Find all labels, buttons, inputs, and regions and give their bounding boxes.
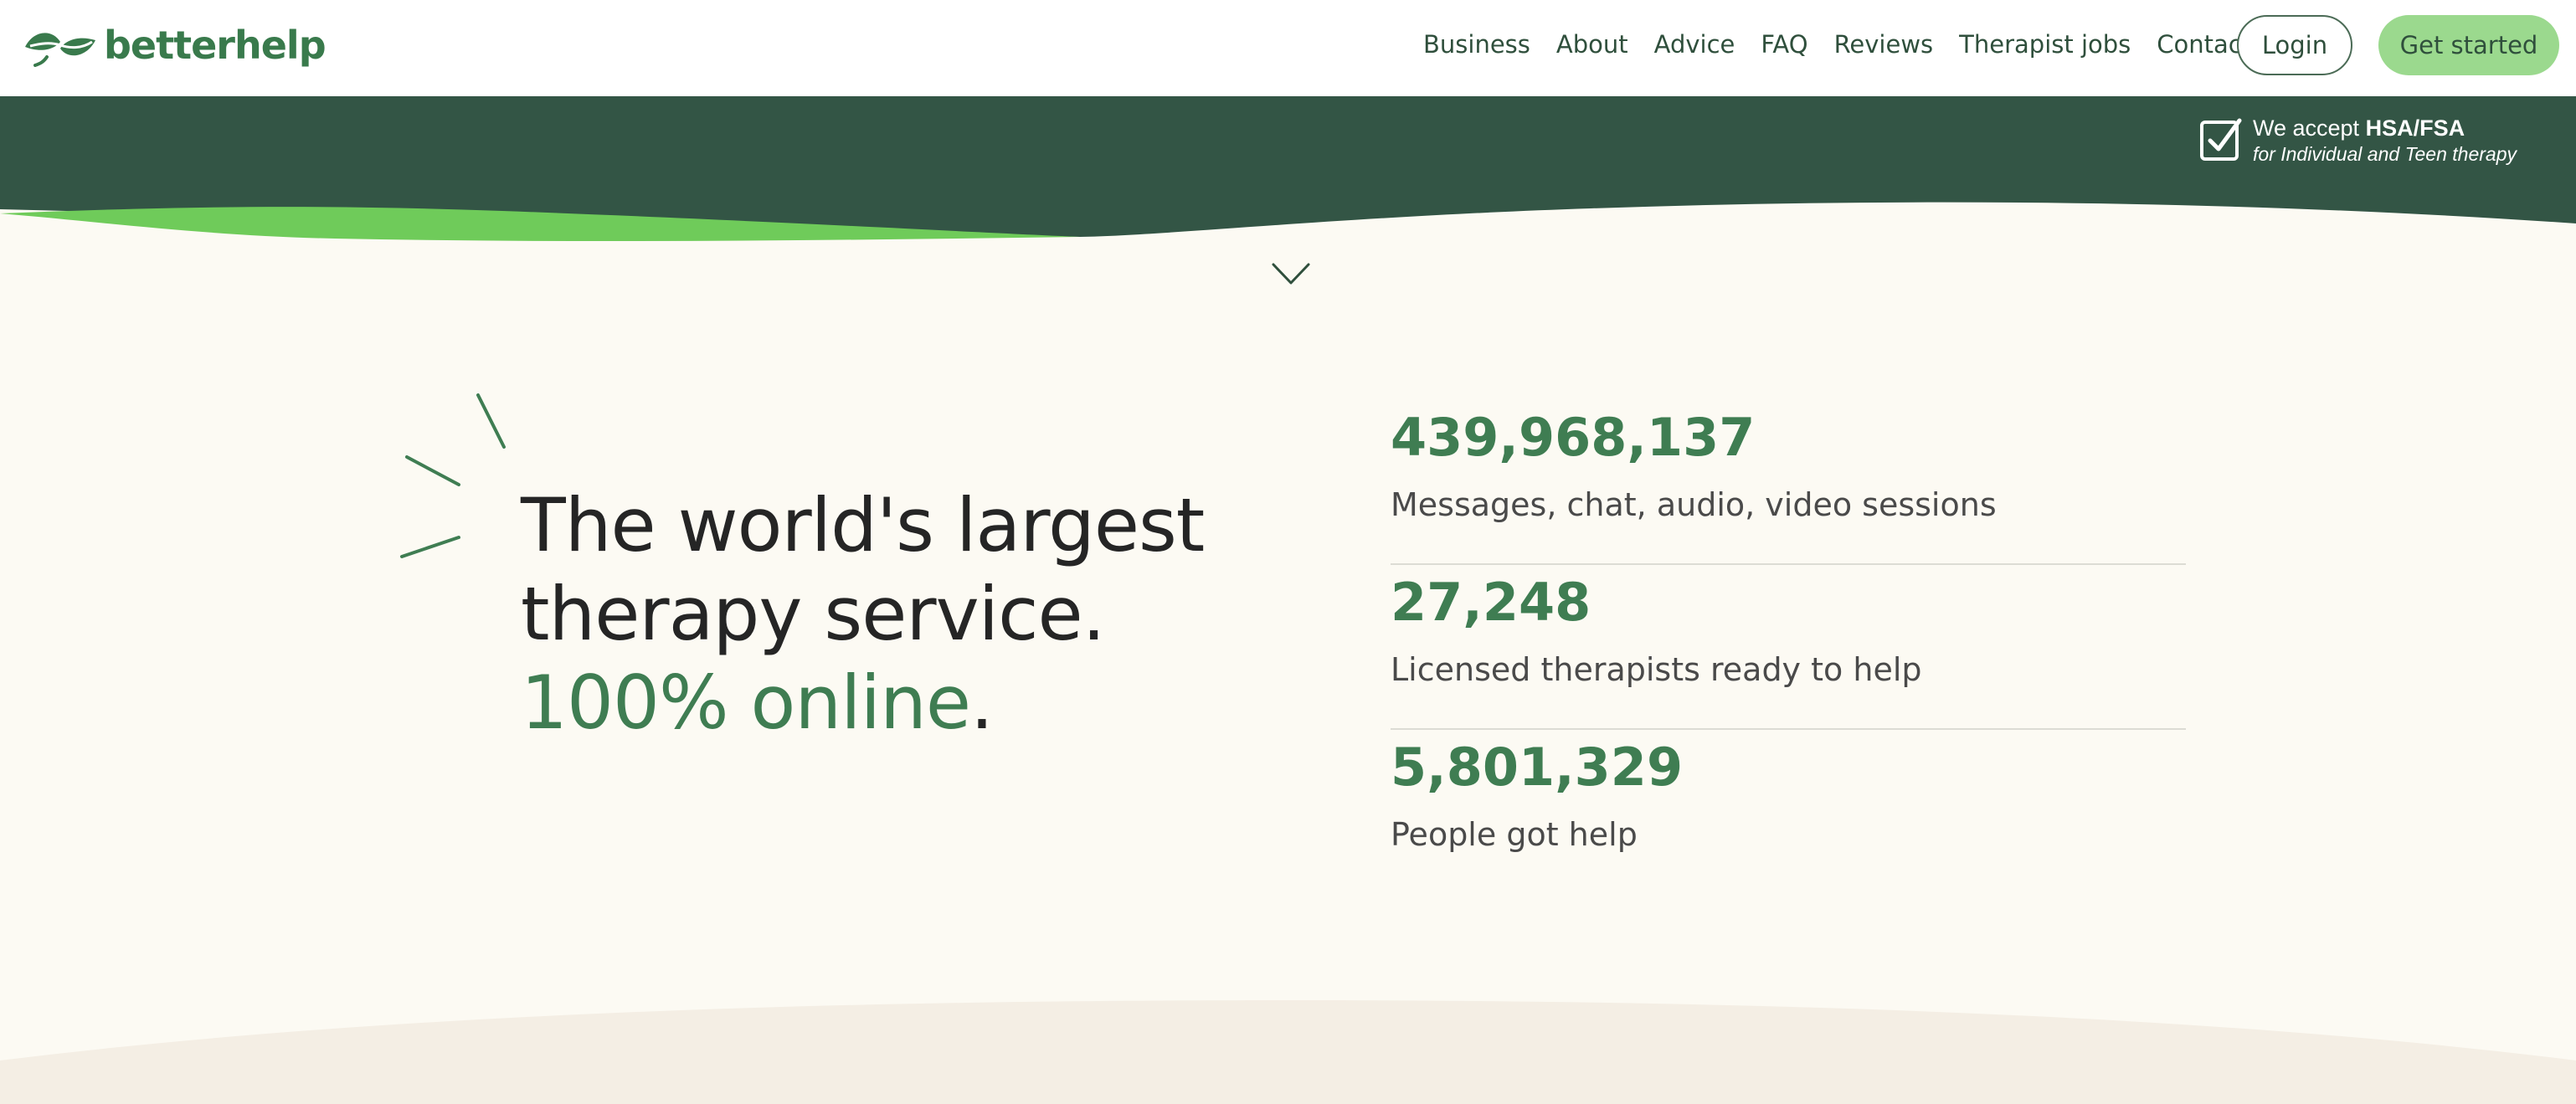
nav-link-therapist-jobs[interactable]: Therapist jobs <box>1959 30 2131 59</box>
logo-wordmark: betterhelp <box>104 23 326 68</box>
nav-link-business[interactable]: Business <box>1423 30 1530 59</box>
nav-link-reviews[interactable]: Reviews <box>1834 30 1934 59</box>
hsa-subtext: for Individual and Teen therapy <box>2253 143 2517 165</box>
leaf-logo-icon <box>25 33 95 67</box>
stat-label: Messages, chat, audio, video sessions <box>1391 486 1997 523</box>
bottom-wave-background <box>0 1000 2576 1104</box>
hero-line-1: The world's largest <box>521 482 1205 568</box>
hsa-banner <box>0 96 2576 247</box>
stat-number: 27,248 <box>1391 572 1591 633</box>
hsa-fsa-notice: We accept HSA/FSA for Individual and Tee… <box>2199 116 2517 167</box>
primary-nav: Business About Advice FAQ Reviews Therap… <box>1423 0 2277 89</box>
hero-headline: The world's largest therapy service. 100… <box>521 481 1205 747</box>
stat-item: 439,968,137 Messages, chat, audio, video… <box>1391 400 2186 565</box>
chevron-down-icon[interactable] <box>1271 261 1311 288</box>
stat-number: 5,801,329 <box>1391 737 1684 798</box>
sparkle-lines-icon <box>400 393 506 558</box>
stat-number: 439,968,137 <box>1391 407 1756 468</box>
stat-label: People got help <box>1391 816 1638 853</box>
hero-line-2: therapy service. <box>521 571 1106 657</box>
top-navigation: betterhelp Business About Advice FAQ Rev… <box>0 0 2576 96</box>
nav-link-advice[interactable]: Advice <box>1654 30 1735 59</box>
checkbox-icon <box>2200 118 2242 161</box>
stat-item: 27,248 Licensed therapists ready to help <box>1391 565 2186 730</box>
stats-list: 439,968,137 Messages, chat, audio, video… <box>1391 400 2186 895</box>
hero-accent-text: 100% online <box>521 660 971 746</box>
login-button[interactable]: Login <box>2237 15 2352 75</box>
hsa-fsa-label: HSA/FSA <box>2365 116 2465 141</box>
banner-wave-background <box>0 96 2576 242</box>
betterhelp-logo[interactable]: betterhelp <box>22 22 326 69</box>
stat-label: Licensed therapists ready to help <box>1391 651 1922 688</box>
get-started-button[interactable]: Get started <box>2378 15 2559 75</box>
stat-item: 5,801,329 People got help <box>1391 730 2186 895</box>
hsa-prefix: We accept <box>2253 116 2366 141</box>
nav-link-faq[interactable]: FAQ <box>1761 30 1807 59</box>
nav-link-about[interactable]: About <box>1556 30 1628 59</box>
hero-line-3-end: . <box>969 660 994 746</box>
